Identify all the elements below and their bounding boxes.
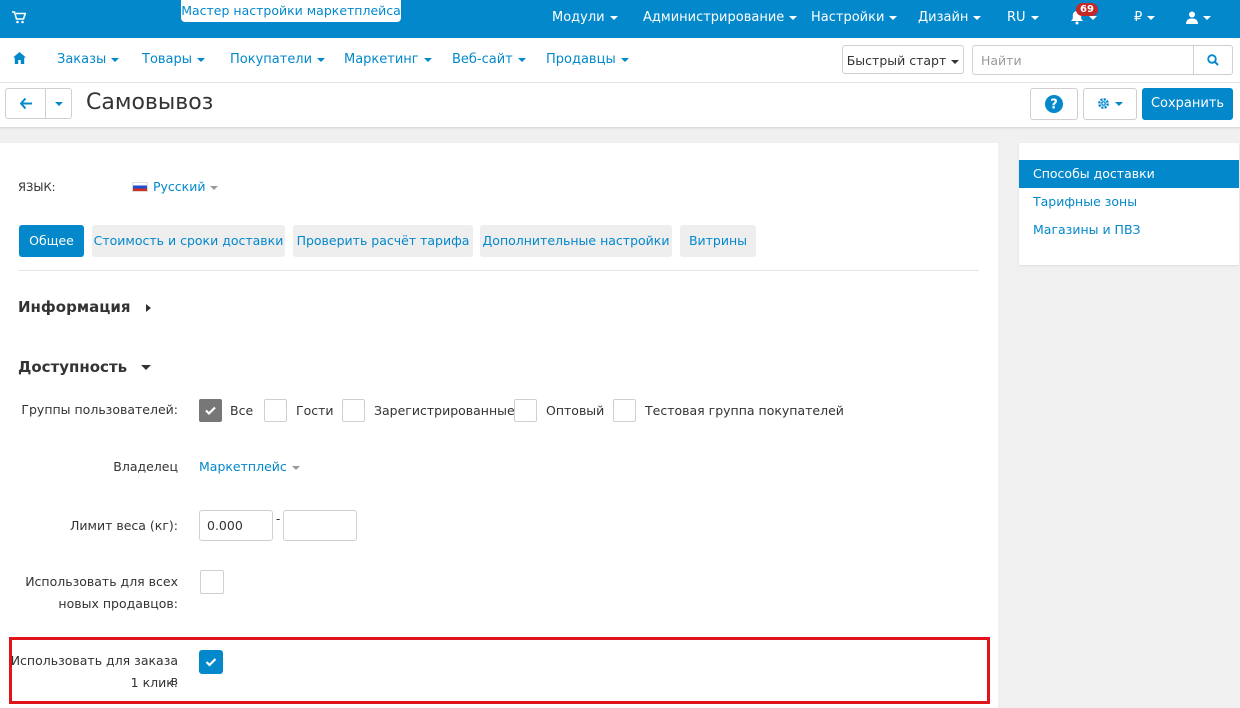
arrow-left-icon bbox=[19, 96, 32, 111]
nav-website-label: Веб-сайт bbox=[452, 52, 513, 67]
nav-customers[interactable]: Покупатели bbox=[230, 38, 326, 82]
chevron-down-icon bbox=[141, 365, 152, 370]
sidebar-item-rate-areas[interactable]: Тарифные зоны bbox=[1019, 188, 1239, 216]
weight-min-input[interactable] bbox=[199, 510, 273, 541]
nav-products[interactable]: Товары bbox=[142, 38, 206, 82]
page-title: Самовывоз bbox=[86, 90, 214, 115]
tab-additional-settings[interactable]: Дополнительные настройки bbox=[480, 225, 672, 257]
new-vendors-label-line1: Использовать для всех bbox=[25, 574, 178, 589]
checkmark-icon bbox=[205, 406, 216, 416]
quick-start-button[interactable]: Быстрый старт bbox=[842, 45, 964, 74]
caret-right-icon bbox=[145, 303, 151, 312]
nav-products-label: Товары bbox=[142, 52, 193, 67]
section-info-toggle[interactable]: Информация bbox=[18, 298, 151, 316]
menu-currency[interactable]: ₽ bbox=[1134, 0, 1156, 36]
nav-orders-label: Заказы bbox=[57, 52, 107, 67]
help-button[interactable]: ? bbox=[1030, 88, 1078, 120]
marketplace-wizard-button[interactable]: Мастер настройки маркетплейса bbox=[181, 0, 401, 22]
top-bar: Мастер настройки маркетплейса Модули Адм… bbox=[0, 0, 1240, 38]
tab-check-rate[interactable]: Проверить расчёт тарифа bbox=[293, 225, 473, 257]
page-header: Самовывоз ? Сохранить bbox=[0, 83, 1240, 128]
notification-count-badge: 69 bbox=[1076, 3, 1098, 16]
group-registered-label: Зарегистрированные bbox=[374, 403, 515, 418]
svg-text:?: ? bbox=[1050, 98, 1058, 113]
group-test-label: Тестовая группа покупателей bbox=[645, 403, 844, 418]
user-groups-label: Группы пользователей: bbox=[21, 402, 178, 417]
search-button[interactable] bbox=[1193, 45, 1233, 75]
history-dropdown-button[interactable] bbox=[45, 88, 72, 119]
nav-website[interactable]: Веб-сайт bbox=[452, 38, 526, 82]
menu-administration[interactable]: Администрирование bbox=[643, 0, 798, 36]
section-availability-toggle[interactable]: Доступность bbox=[18, 358, 152, 376]
language-label: ЯЗЫК: bbox=[18, 180, 56, 194]
menu-currency-label: ₽ bbox=[1134, 10, 1143, 25]
sidebar: Способы доставки Тарифные зоны Магазины … bbox=[1019, 143, 1239, 265]
gear-icon bbox=[1097, 96, 1110, 111]
owner-label: Владелец bbox=[113, 459, 178, 474]
nav-orders[interactable]: Заказы bbox=[57, 38, 120, 82]
language-selector[interactable]: Русский bbox=[132, 179, 219, 194]
highlight-frame bbox=[9, 637, 990, 704]
owner-value: Маркетплейс bbox=[199, 459, 287, 474]
nav-customers-label: Покупатели bbox=[230, 52, 313, 67]
tab-cost-and-terms[interactable]: Стоимость и сроки доставки bbox=[92, 225, 285, 257]
search-input[interactable] bbox=[972, 45, 1194, 75]
tab-storefronts[interactable]: Витрины bbox=[680, 225, 756, 257]
russian-flag-icon bbox=[132, 182, 148, 192]
nav-marketing-label: Маркетинг bbox=[344, 52, 419, 67]
sidebar-item-stores-pickup[interactable]: Магазины и ПВЗ bbox=[1019, 216, 1239, 244]
tabs-divider bbox=[18, 270, 979, 271]
menu-design-label: Дизайн bbox=[918, 10, 969, 25]
group-guests-label: Гости bbox=[296, 403, 334, 418]
group-all-checkbox[interactable] bbox=[199, 399, 222, 422]
nav-marketing[interactable]: Маркетинг bbox=[344, 38, 432, 82]
weight-limit-label: Лимит веса (кг): bbox=[70, 518, 178, 533]
user-menu[interactable] bbox=[1186, 0, 1211, 36]
group-registered-checkbox[interactable] bbox=[342, 399, 365, 422]
group-all-label: Все bbox=[230, 403, 254, 418]
menu-settings[interactable]: Настройки bbox=[811, 0, 898, 36]
language-value: Русский bbox=[153, 179, 206, 194]
menu-modules[interactable]: Модули bbox=[552, 0, 618, 36]
menu-administration-label: Администрирование bbox=[643, 10, 785, 25]
new-vendors-label-line2: новых продавцов: bbox=[58, 596, 178, 611]
nav-vendors[interactable]: Продавцы bbox=[546, 38, 629, 82]
section-availability-title: Доступность bbox=[18, 358, 128, 376]
help-icon: ? bbox=[1045, 95, 1063, 117]
group-wholesale-label: Оптовый bbox=[546, 403, 605, 418]
settings-dropdown-button[interactable] bbox=[1083, 88, 1137, 120]
section-info-title: Информация bbox=[18, 298, 131, 316]
group-test-checkbox[interactable] bbox=[613, 399, 636, 422]
home-icon[interactable] bbox=[13, 52, 26, 68]
search-icon bbox=[1207, 52, 1219, 67]
nav-vendors-label: Продавцы bbox=[546, 52, 616, 67]
back-button[interactable] bbox=[5, 88, 46, 119]
chevron-down-icon bbox=[54, 101, 63, 106]
owner-selector[interactable]: Маркетплейс bbox=[199, 457, 300, 477]
cart-icon[interactable] bbox=[12, 11, 27, 28]
new-vendors-checkbox[interactable] bbox=[200, 570, 224, 594]
main-nav: Заказы Товары Покупатели Маркетинг Веб-с… bbox=[0, 38, 1240, 83]
menu-design[interactable]: Дизайн bbox=[918, 0, 982, 36]
group-guests-checkbox[interactable] bbox=[264, 399, 287, 422]
menu-settings-label: Настройки bbox=[811, 10, 885, 25]
menu-language[interactable]: RU bbox=[1007, 0, 1039, 36]
menu-language-label: RU bbox=[1007, 10, 1026, 25]
main-panel: ЯЗЫК: Русский Общее Стоимость и сроки до… bbox=[0, 143, 998, 708]
group-wholesale-checkbox[interactable] bbox=[514, 399, 537, 422]
tab-general[interactable]: Общее bbox=[19, 225, 84, 257]
menu-modules-label: Модули bbox=[552, 10, 605, 25]
quick-start-label: Быстрый старт bbox=[846, 53, 947, 68]
sidebar-item-shipping-methods[interactable]: Способы доставки bbox=[1019, 160, 1239, 188]
save-button[interactable]: Сохранить bbox=[1142, 88, 1233, 120]
weight-range-separator: - bbox=[276, 512, 281, 526]
user-icon bbox=[1186, 10, 1198, 25]
weight-max-input[interactable] bbox=[283, 510, 357, 541]
